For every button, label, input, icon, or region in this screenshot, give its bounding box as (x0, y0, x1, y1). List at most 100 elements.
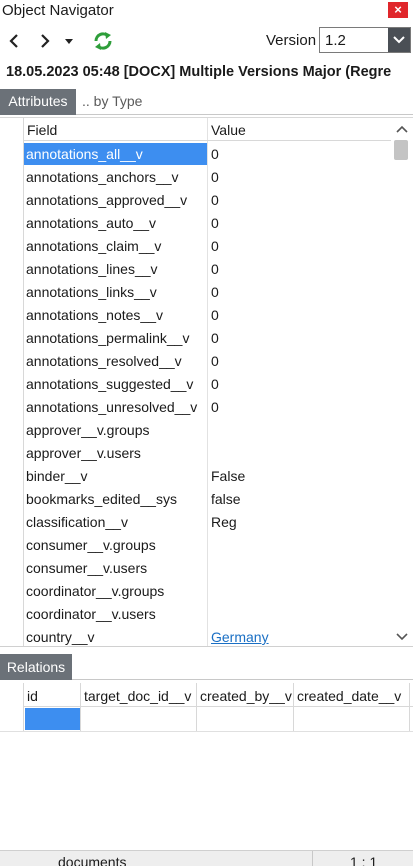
relations-row-divider (0, 731, 413, 732)
value-cell[interactable]: 0 (211, 284, 219, 300)
field-cell[interactable]: approver__v.groups (26, 422, 149, 438)
field-cell[interactable]: coordinator__v.groups (26, 583, 164, 599)
table-row[interactable]: annotations_lines__v 0 (24, 258, 391, 281)
relations-header-created-by-label: created_by__v (200, 688, 292, 704)
table-row[interactable]: binder__v False (24, 465, 391, 488)
table-row[interactable]: annotations_all__v 0 (24, 143, 391, 166)
value-cell[interactable]: 0 (211, 238, 219, 254)
table-row[interactable]: approver__v.groups (24, 419, 391, 442)
attributes-tabbar: Attributes .. by Type (0, 89, 413, 115)
table-row[interactable]: annotations_permalink__v 0 (24, 327, 391, 350)
field-cell[interactable]: country__v (26, 629, 94, 645)
table-row[interactable]: classification__v Reg (24, 511, 391, 534)
attributes-grid: Field Value annotations_all__v 0 annotatio… (0, 117, 413, 647)
field-cell[interactable]: classification__v (26, 514, 128, 530)
field-cell[interactable]: annotations_unresolved__v (26, 399, 197, 415)
field-cell[interactable]: annotations_links__v (26, 284, 157, 300)
field-cell[interactable]: annotations_anchors__v (26, 169, 179, 185)
version-select[interactable]: 1.2 (319, 27, 411, 53)
table-row[interactable]: coordinator__v.users (24, 603, 391, 626)
back-button[interactable] (3, 28, 25, 54)
field-cell[interactable]: approver__v.users (26, 445, 141, 461)
relations-header-created-date-label: created_date__v (297, 688, 402, 704)
field-cell[interactable]: bookmarks_edited__sys (26, 491, 177, 507)
field-cell[interactable]: annotations_resolved__v (26, 353, 182, 369)
table-row[interactable]: annotations_unresolved__v 0 (24, 396, 391, 419)
value-cell[interactable]: Reg (211, 514, 237, 530)
header-value[interactable]: Value (211, 122, 246, 138)
relations-header-created-by[interactable]: created_by__v (197, 683, 294, 731)
tab-by-type[interactable]: .. by Type (78, 89, 146, 115)
relations-header-target-doc-id-label: target_doc_id__v (84, 688, 192, 704)
field-cell[interactable]: annotations_claim__v (26, 238, 161, 254)
field-cell[interactable]: coordinator__v.users (26, 606, 156, 622)
field-cell[interactable]: annotations_all__v (26, 146, 143, 162)
relations-header-target-doc-id[interactable]: target_doc_id__v (81, 683, 197, 731)
value-cell[interactable]: 0 (211, 330, 219, 346)
relations-grid: id target_doc_id__v created_by__v create… (0, 683, 413, 848)
table-row[interactable]: consumer__v.groups (24, 534, 391, 557)
field-cell[interactable]: annotations_lines__v (26, 261, 158, 277)
relations-header-created-date[interactable]: created_date__v (294, 683, 410, 731)
scroll-thumb[interactable] (394, 140, 408, 160)
value-cell[interactable]: False (211, 468, 245, 484)
value-cell[interactable]: 0 (211, 215, 219, 231)
scroll-down-button[interactable] (391, 628, 413, 646)
value-cell[interactable]: 0 (211, 376, 219, 392)
table-row[interactable]: annotations_suggested__v 0 (24, 373, 391, 396)
refresh-button[interactable] (90, 28, 116, 54)
forward-button[interactable] (34, 28, 56, 54)
field-cell[interactable]: consumer__v.groups (26, 537, 156, 553)
value-cell[interactable]: false (211, 491, 241, 507)
tab-relations[interactable]: Relations (0, 654, 72, 680)
window-title: Object Navigator (2, 2, 114, 19)
close-button[interactable]: × (388, 2, 408, 18)
history-dropdown-button[interactable] (60, 28, 78, 54)
table-row[interactable]: annotations_auto__v 0 (24, 212, 391, 235)
table-row[interactable]: bookmarks_edited__sys false (24, 488, 391, 511)
table-row[interactable]: consumer__v.users (24, 557, 391, 580)
value-cell[interactable]: 0 (211, 169, 219, 185)
chevron-left-icon (9, 34, 18, 48)
table-row[interactable]: annotations_links__v 0 (24, 281, 391, 304)
value-cell[interactable]: 0 (211, 353, 219, 369)
scroll-up-button[interactable] (391, 120, 413, 138)
toolbar: Version 1.2 (0, 24, 413, 58)
field-cell[interactable]: annotations_auto__v (26, 215, 156, 231)
refresh-icon (94, 32, 112, 50)
table-row[interactable]: approver__v.users (24, 442, 391, 465)
version-dropdown-arrow[interactable] (388, 28, 410, 52)
field-cell[interactable]: annotations_approved__v (26, 192, 187, 208)
field-cell[interactable]: annotations_permalink__v (26, 330, 189, 346)
table-row[interactable]: country__v Germany (24, 626, 391, 646)
table-row[interactable]: coordinator__v.groups (24, 580, 391, 603)
relations-header-id-label: id (27, 688, 38, 704)
chevron-down-icon (393, 36, 405, 44)
table-row[interactable]: annotations_claim__v 0 (24, 235, 391, 258)
table-row[interactable]: annotations_notes__v 0 (24, 304, 391, 327)
relations-selected-cell[interactable] (25, 708, 80, 730)
table-row[interactable]: annotations_approved__v 0 (24, 189, 391, 212)
tab-attributes[interactable]: Attributes (0, 89, 76, 115)
grid-header: Field Value (24, 118, 391, 141)
header-field[interactable]: Field (27, 122, 57, 138)
row-gutter (0, 118, 24, 646)
field-cell[interactable]: annotations_notes__v (26, 307, 163, 323)
field-cell[interactable]: consumer__v.users (26, 560, 147, 576)
field-cell[interactable]: binder__v (26, 468, 88, 484)
value-cell[interactable]: 0 (211, 192, 219, 208)
status-bar: documents 1 : 1 (0, 850, 413, 866)
vertical-scrollbar[interactable] (391, 118, 413, 646)
value-cell[interactable]: 0 (211, 307, 219, 323)
value-link[interactable]: Germany (211, 629, 269, 645)
field-cell[interactable]: annotations_suggested__v (26, 376, 193, 392)
table-row[interactable]: annotations_anchors__v 0 (24, 166, 391, 189)
relations-tabbar: Relations (0, 652, 413, 680)
value-cell[interactable]: 0 (211, 399, 219, 415)
table-row[interactable]: annotations_resolved__v 0 (24, 350, 391, 373)
status-object-type: documents (58, 854, 127, 866)
value-cell[interactable]: 0 (211, 146, 219, 162)
chevron-down-icon (396, 633, 408, 641)
version-value: 1.2 (325, 32, 346, 49)
value-cell[interactable]: 0 (211, 261, 219, 277)
